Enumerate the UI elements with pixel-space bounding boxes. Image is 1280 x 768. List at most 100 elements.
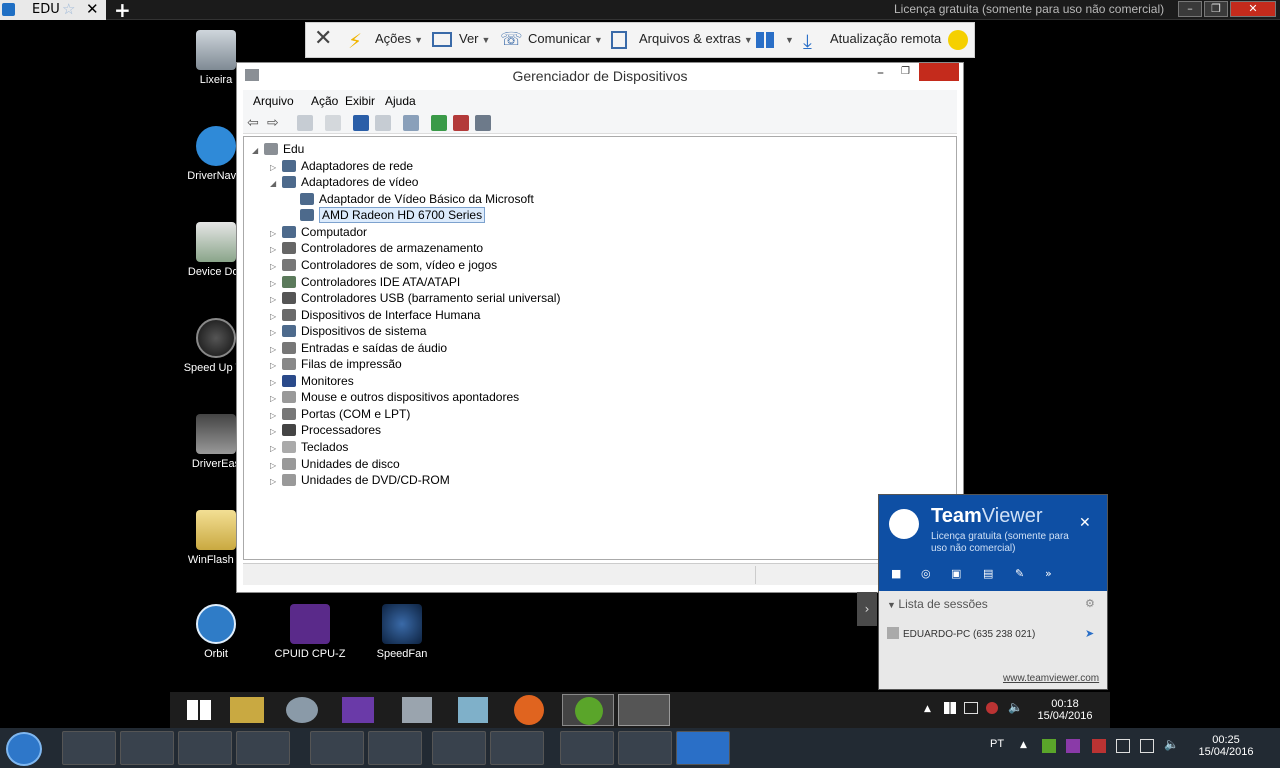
- scan-hardware-icon[interactable]: [403, 115, 419, 131]
- close-tab-icon[interactable]: ✕: [86, 0, 99, 18]
- opera-taskbar-button[interactable]: [560, 731, 614, 765]
- pointer-icon[interactable]: ➤: [1085, 627, 1094, 640]
- desktop-icon-cpuz[interactable]: CPUID CPU-Z: [270, 604, 350, 660]
- tree-node[interactable]: ▷ Controladores de armazenamento: [270, 241, 483, 257]
- device-manager-taskbar-button[interactable]: [618, 694, 670, 726]
- remote-update-button[interactable]: Atualização remota: [830, 31, 941, 46]
- tray-arrow-icon[interactable]: ▲: [924, 704, 931, 714]
- volume-icon[interactable]: 🔈: [1008, 700, 1023, 714]
- start-button[interactable]: [6, 732, 42, 766]
- utorrent-taskbar-button[interactable]: [618, 731, 672, 765]
- maximize-button[interactable]: ❐: [1204, 1, 1228, 17]
- explorer-taskbar-button[interactable]: [310, 731, 364, 765]
- communicate-menu[interactable]: Comunicar ▼: [528, 31, 603, 46]
- restore-button[interactable]: ❐: [901, 66, 910, 77]
- visual-studio-taskbar-button[interactable]: [178, 731, 232, 765]
- tree-root[interactable]: ◢ Edu: [252, 142, 304, 158]
- tree-node[interactable]: ▷ Processadores: [270, 423, 381, 439]
- back-icon[interactable]: ⇦: [247, 115, 263, 131]
- tree-node[interactable]: ▷ Mouse e outros dispositivos apontadores: [270, 390, 519, 406]
- network-tray-icon[interactable]: [1140, 739, 1154, 753]
- menu-ajuda[interactable]: Ajuda: [385, 94, 416, 108]
- windows-flag-icon[interactable]: [944, 702, 956, 714]
- local-clock[interactable]: 00:25 15/04/2016: [1196, 734, 1256, 758]
- tree-node[interactable]: ▷ Adaptadores de rede: [270, 159, 413, 175]
- monitor-taskbar-button[interactable]: [432, 731, 486, 765]
- tree-node[interactable]: ▷ Monitores: [270, 374, 354, 390]
- cmd-taskbar-button[interactable]: [120, 731, 174, 765]
- more-icon[interactable]: »: [1045, 567, 1061, 581]
- close-session-icon[interactable]: ✕: [314, 26, 332, 51]
- tree-node[interactable]: ▷ Controladores IDE ATA/ATAPI: [270, 275, 460, 291]
- video-icon[interactable]: ■: [891, 567, 907, 581]
- update-driver-icon[interactable]: [431, 115, 447, 131]
- media-taskbar-button[interactable]: [236, 731, 290, 765]
- view-menu[interactable]: Ver ▼: [459, 31, 490, 46]
- help-icon[interactable]: [353, 115, 369, 131]
- firefox-icon[interactable]: [514, 695, 544, 725]
- tree-node[interactable]: ▷ Controladores USB (barramento serial un…: [270, 291, 560, 307]
- uninstall-icon[interactable]: [453, 115, 469, 131]
- tree-node[interactable]: Adaptador de Vídeo Básico da Microsoft: [300, 192, 534, 208]
- properties-icon[interactable]: [325, 115, 341, 131]
- tree-node[interactable]: ▷ Teclados: [270, 440, 348, 456]
- tray-icon[interactable]: [1066, 739, 1080, 753]
- tree-node[interactable]: ▷ Unidades de disco: [270, 457, 400, 473]
- amd-tray-icon[interactable]: [986, 702, 998, 714]
- minimize-button[interactable]: –: [877, 65, 884, 81]
- menu-arquivo[interactable]: Arquivo: [253, 94, 294, 108]
- clipboard-icon[interactable]: ▤: [983, 567, 999, 581]
- star-icon[interactable]: ☆: [62, 0, 75, 18]
- volume-icon[interactable]: 🔈: [1164, 737, 1179, 751]
- teamviewer-taskbar-button[interactable]: [676, 731, 730, 765]
- add-legacy-icon[interactable]: [475, 115, 491, 131]
- new-tab-icon[interactable]: +: [114, 0, 131, 22]
- close-button[interactable]: [919, 63, 959, 81]
- language-indicator[interactable]: PT: [990, 738, 1004, 750]
- utorrent-tray-icon[interactable]: [1042, 739, 1056, 753]
- utorrent-taskbar-button[interactable]: [562, 694, 614, 726]
- tree-node[interactable]: ▷ Dispositivos de sistema: [270, 324, 426, 340]
- app-icon[interactable]: [402, 697, 432, 723]
- menu-exibir[interactable]: Exibir: [345, 94, 375, 108]
- tools-icon[interactable]: ✎: [1015, 567, 1031, 581]
- firefox-taskbar-button[interactable]: [368, 731, 422, 765]
- remote-start-icon[interactable]: [174, 694, 226, 726]
- network-tray-icon[interactable]: [964, 702, 978, 714]
- panel-collapse-button[interactable]: ›: [857, 592, 877, 626]
- windows-dropdown[interactable]: ▼: [782, 31, 794, 46]
- tray-icon[interactable]: [1092, 739, 1106, 753]
- tree-node-selected[interactable]: AMD Radeon HD 6700 Series: [300, 207, 486, 224]
- chat-icon[interactable]: ▣: [951, 567, 967, 581]
- action-pane-icon[interactable]: [375, 115, 391, 131]
- close-icon[interactable]: ✕: [1079, 515, 1091, 531]
- console-tree-icon[interactable]: [297, 115, 313, 131]
- menu-acao[interactable]: Ação: [311, 94, 338, 108]
- tree-node[interactable]: ▷ Filas de impressão: [270, 357, 402, 373]
- tab-edu[interactable]: EDU ☆ ✕: [0, 0, 106, 20]
- windows-icon[interactable]: [756, 32, 774, 48]
- calculator-taskbar-button[interactable]: [62, 731, 116, 765]
- teamviewer-link[interactable]: www.teamviewer.com: [1003, 673, 1099, 684]
- notepad-taskbar-button[interactable]: [490, 731, 544, 765]
- headset-icon[interactable]: ◎: [921, 567, 937, 581]
- session-list-header[interactable]: ▼ Lista de sessões: [887, 597, 988, 611]
- settings-gear-icon[interactable]: ⚙: [1085, 597, 1095, 610]
- minimize-button[interactable]: –: [1178, 1, 1202, 17]
- tree-node[interactable]: ▷ Dispositivos de Interface Humana: [270, 308, 480, 324]
- session-item[interactable]: EDUARDO-PC (635 238 021): [887, 627, 1035, 640]
- tree-node[interactable]: ▷ Entradas e saídas de áudio: [270, 341, 447, 357]
- tree-node[interactable]: ▷ Controladores de som, vídeo e jogos: [270, 258, 497, 274]
- app-icon[interactable]: [286, 697, 318, 723]
- tree-node[interactable]: ▷ Computador: [270, 225, 367, 241]
- files-extras-menu[interactable]: Arquivos & extras ▼: [639, 31, 753, 46]
- visual-studio-icon[interactable]: [342, 697, 374, 723]
- tree-node[interactable]: ◢ Adaptadores de vídeo: [270, 175, 418, 191]
- actions-menu[interactable]: Ações ▼: [375, 31, 423, 46]
- tray-arrow-icon[interactable]: ▲: [1020, 740, 1027, 750]
- explorer-icon[interactable]: [230, 697, 264, 723]
- smiley-icon[interactable]: [948, 30, 968, 50]
- desktop-icon-speedfan[interactable]: SpeedFan: [362, 604, 442, 660]
- remote-clock[interactable]: 00:18 15/04/2016: [1030, 698, 1100, 722]
- tray-icon[interactable]: [1116, 739, 1130, 753]
